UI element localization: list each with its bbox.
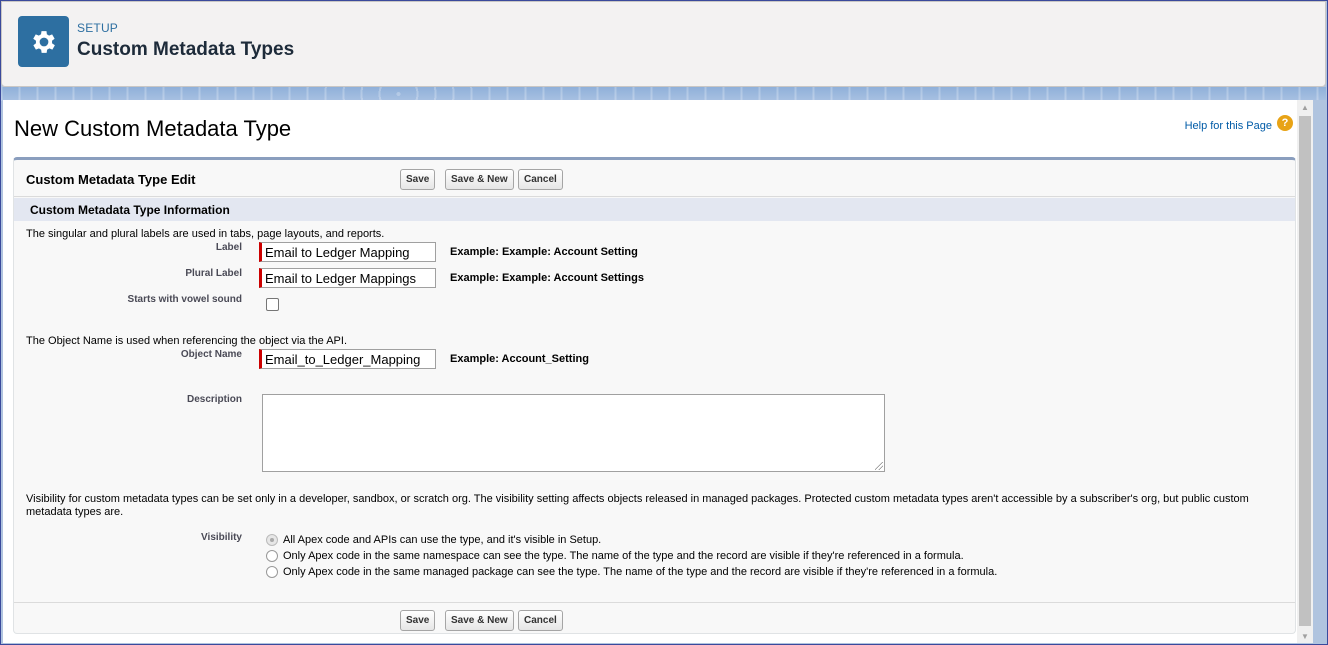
save-and-new-button[interactable]: Save & New [445,169,514,190]
visibility-option-public[interactable]: All Apex code and APIs can use the type,… [266,533,601,547]
label-input[interactable] [259,242,436,262]
save-and-new-button-bottom[interactable]: Save & New [445,610,514,631]
help-icon[interactable]: ? [1277,115,1293,131]
resize-grip-icon[interactable] [875,462,883,470]
object-name-field-label: Object Name [180,349,242,360]
label-field-label: Label [215,242,242,253]
scroll-down-icon[interactable]: ▼ [1297,629,1313,643]
setup-eyebrow: SETUP [77,21,119,35]
main-content: New Custom Metadata Type Help for this P… [3,100,1297,643]
visibility-option-package[interactable]: Only Apex code in the same managed packa… [266,565,997,579]
radio-button[interactable] [266,534,278,546]
page-title: New Custom Metadata Type [14,116,292,141]
cancel-button[interactable]: Cancel [518,169,563,190]
plural-label-field-label: Plural Label [185,268,242,279]
section-title: Custom Metadata Type Information [30,203,230,217]
help-link[interactable]: Help for this Page [1185,120,1272,132]
cancel-button-bottom[interactable]: Cancel [518,610,563,631]
visibility-field-label: Visibility [201,532,242,543]
labels-help-text: The singular and plural labels are used … [26,228,385,240]
plural-label-input[interactable] [259,268,436,288]
background-edge [1313,100,1326,643]
divider [14,196,1295,197]
visibility-option-namespace[interactable]: Only Apex code in the same namespace can… [266,549,964,563]
decorative-banner [1,87,1326,101]
radio-label: Only Apex code in the same namespace can… [283,550,964,562]
section-header: Custom Metadata Type Information [14,198,1295,221]
setup-title: Custom Metadata Types [77,39,295,60]
setup-header: SETUP Custom Metadata Types [1,1,1326,87]
gear-icon [18,16,69,67]
radio-button[interactable] [266,566,278,578]
scroll-thumb[interactable] [1299,116,1311,626]
panel-title: Custom Metadata Type Edit [26,172,196,187]
description-field-label: Description [186,394,242,405]
description-textarea[interactable] [262,394,885,472]
radio-label: All Apex code and APIs can use the type,… [283,534,602,546]
save-button-bottom[interactable]: Save [400,610,436,631]
divider [14,602,1295,603]
radio-button[interactable] [266,550,278,562]
object-name-example: Example: Account_Setting [450,353,589,365]
save-button[interactable]: Save [400,169,436,190]
label-example: Example: Example: Account Setting [450,246,638,258]
object-help-text: The Object Name is used when referencing… [26,335,348,347]
edit-panel: Custom Metadata Type Edit Save Save & Ne… [13,157,1296,634]
radio-label: Only Apex code in the same managed packa… [283,566,998,578]
visibility-note: Visibility for custom metadata types can… [26,493,1249,518]
plural-label-example: Example: Example: Account Settings [450,272,644,284]
vowel-checkbox[interactable] [266,298,279,311]
vertical-scrollbar[interactable]: ▲ ▼ [1297,100,1313,643]
scroll-up-icon[interactable]: ▲ [1297,100,1313,114]
object-name-input[interactable] [259,349,436,369]
vowel-field-label: Starts with vowel sound [127,294,242,305]
